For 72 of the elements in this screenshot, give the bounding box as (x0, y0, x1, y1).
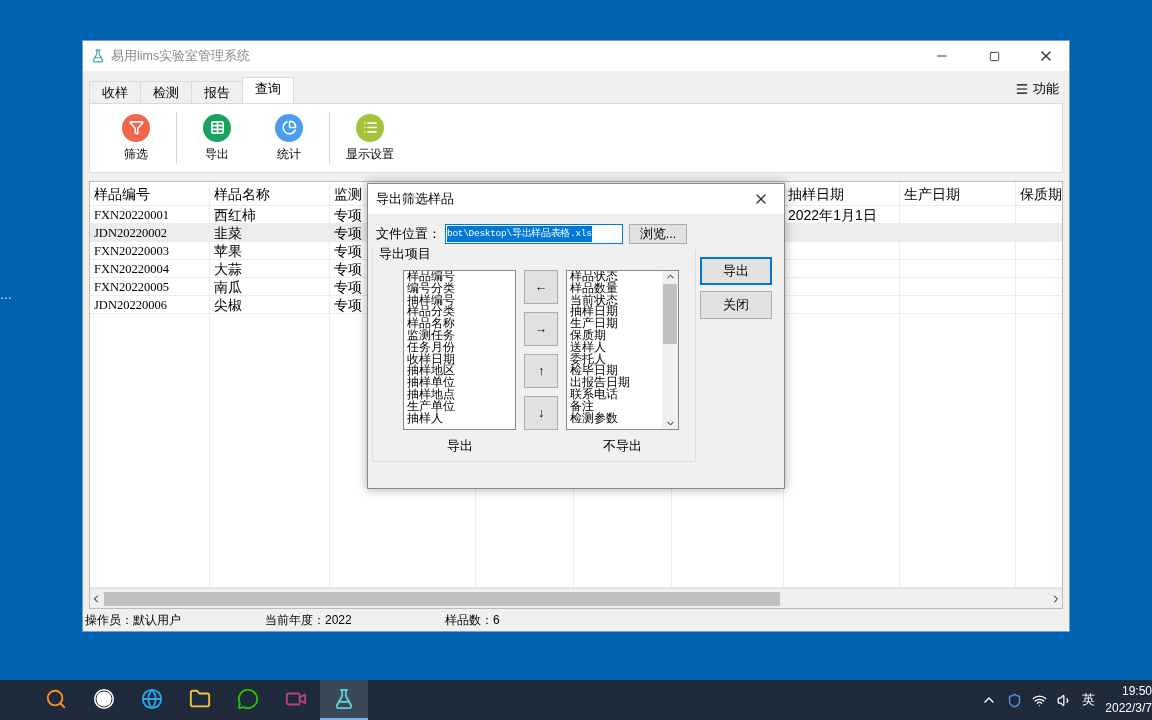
table-cell: JDN20220006 (90, 296, 210, 314)
skip-list[interactable]: 样品状态 样品数量 当前状态 抽样日期 生产日期 保质期 送样人 委托人 检毕日期 出报告日期 联系电话 备注 检测参数 (566, 270, 679, 430)
chat-icon (237, 688, 259, 710)
table-cell: JDN20220002 (90, 224, 210, 242)
menu-icon (1015, 82, 1029, 96)
list-item[interactable]: 样品名称 (407, 318, 515, 330)
table-cell: FXN20220005 (90, 278, 210, 296)
status-text: 当前年度：2022 (265, 611, 353, 629)
list-item[interactable]: 生产日期 (570, 318, 662, 330)
list-item[interactable]: 生产单位 (407, 400, 515, 413)
list-caption: 不导出 (603, 438, 642, 455)
export-button[interactable]: 导出 (700, 257, 772, 285)
list-item[interactable]: 检测参数 (570, 412, 662, 425)
toolbar-button[interactable]: 筛选 (100, 113, 172, 163)
toolbar-button[interactable]: 导出 (181, 113, 253, 163)
tab[interactable]: 查询 (242, 77, 294, 103)
table-cell: FXN20220004 (90, 260, 210, 278)
shield-icon[interactable] (1007, 692, 1023, 708)
table-cell (1016, 224, 1062, 242)
search-icon (45, 688, 67, 710)
list-item[interactable]: 样品状态 (570, 271, 662, 283)
flask-icon (91, 49, 105, 63)
column-header: 保质期 (1016, 182, 1062, 206)
table-cell: 苹果 (210, 242, 330, 260)
vertical-scrollbar[interactable] (662, 271, 678, 429)
circle-icon (93, 688, 115, 710)
export-list[interactable]: 样品编号 编号分类 抽样编号 样品分类 样品名称 监测任务 任务月份 收样日期 抽样地区 抽样单位 抽样地点 生产单位 抽样人 (403, 270, 516, 430)
status-text: 操作员：默认用户 (85, 611, 182, 629)
menu-button[interactable]: 功能 (1015, 80, 1059, 98)
tab[interactable]: 收样 (89, 81, 141, 103)
list-item[interactable]: 出报告日期 (570, 377, 662, 389)
close-dialog-button[interactable]: 关闭 (700, 291, 772, 319)
wifi-icon[interactable] (1032, 692, 1048, 708)
browse-button[interactable]: 浏览... (629, 224, 687, 244)
browser-icon (141, 688, 163, 710)
toolbar-button[interactable]: 统计 (253, 113, 325, 163)
list-item[interactable]: 送样人 (570, 341, 662, 354)
list-item[interactable]: 联系电话 (570, 388, 662, 401)
list-caption: 导出 (446, 438, 473, 455)
list-item[interactable]: 监测任务 (407, 330, 515, 342)
move-button[interactable]: ← (524, 270, 558, 304)
folder-icon (189, 688, 211, 710)
list-item[interactable]: 抽样单位 (407, 377, 515, 389)
status-text: 样品数：6 (445, 611, 501, 629)
table-cell: 尖椒 (210, 296, 330, 314)
input-method[interactable]: 英 (1082, 691, 1096, 709)
table-cell: 大蒜 (210, 260, 330, 278)
toolbar-button[interactable]: 显示设置 (334, 113, 406, 163)
move-button[interactable]: ↓ (524, 396, 558, 430)
desktop-icon-label: … (0, 287, 12, 304)
table-cell: 韭菜 (210, 224, 330, 242)
list-item[interactable]: 抽样人 (407, 412, 515, 425)
list-item[interactable]: 保质期 (570, 330, 662, 342)
column-header: 样品名称 (210, 182, 330, 206)
horizontal-scrollbar[interactable] (90, 588, 1062, 608)
flask-icon (333, 688, 355, 710)
list-item[interactable]: 抽样地点 (407, 388, 515, 401)
table-cell: FXN20220003 (90, 242, 210, 260)
move-button[interactable]: ↑ (524, 354, 558, 388)
clock[interactable]: 19:50 2022/3/7 (1105, 683, 1152, 717)
table-cell: 南瓜 (210, 278, 330, 296)
column-header: 样品编号 (90, 182, 210, 206)
column-header: 生产日期 (900, 182, 1016, 206)
maximize-icon (988, 50, 1000, 62)
dialog-title: 导出筛选样品 (376, 190, 454, 208)
list-item[interactable]: 任务月份 (407, 341, 515, 354)
list-item[interactable]: 备注 (570, 400, 662, 413)
field-label: 文件位置： (376, 225, 441, 243)
move-button[interactable]: → (524, 312, 558, 346)
file-path-field[interactable]: bot\Desktop\导出样品表格.xls (445, 224, 623, 244)
list-item[interactable]: 样品数量 (570, 282, 662, 295)
window-title: 易用lims实验室管理系统 (111, 47, 252, 65)
